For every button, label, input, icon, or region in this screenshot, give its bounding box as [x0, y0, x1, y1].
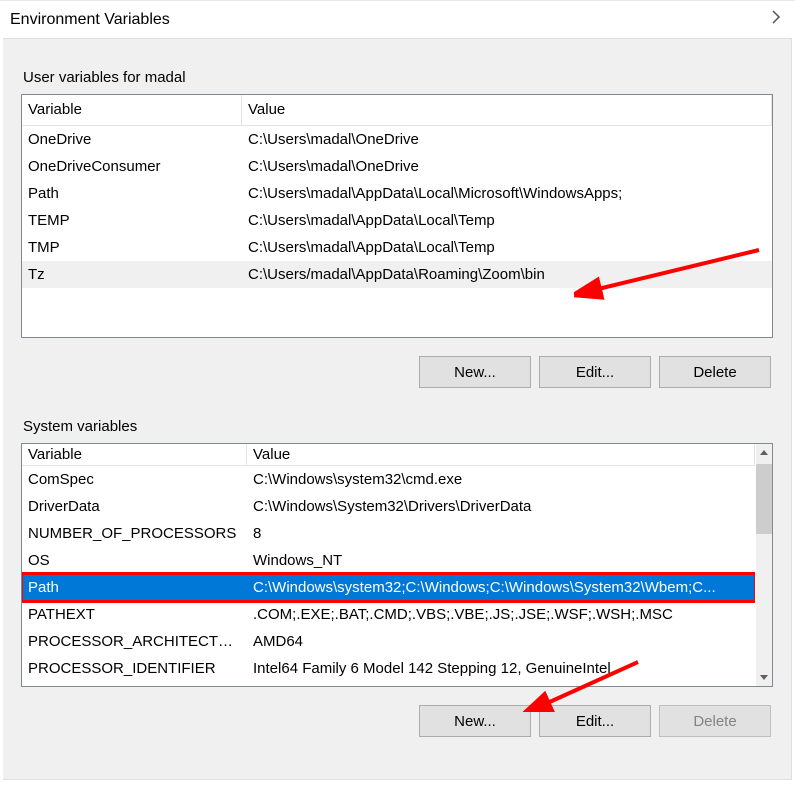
cell-value: C:\Windows\system32;C:\Windows;C:\Window… [247, 574, 755, 601]
system-variables-label: System variables [21, 418, 773, 435]
cell-variable: OneDriveConsumer [22, 153, 242, 180]
system-new-button[interactable]: New... [419, 705, 531, 737]
cell-value: C:\Users\madal\AppData\Local\Temp [242, 207, 772, 234]
user-delete-button[interactable]: Delete [659, 356, 771, 388]
cell-variable: PATHEXT [22, 601, 247, 628]
cell-variable: OS [22, 547, 247, 574]
table-row[interactable]: NUMBER_OF_PROCESSORS8 [22, 520, 755, 547]
cell-value: .COM;.EXE;.BAT;.CMD;.VBS;.VBE;.JS;.JSE;.… [247, 601, 755, 628]
system-variables-list[interactable]: Variable Value ComSpecC:\Windows\system3… [21, 443, 773, 687]
cell-variable: NUMBER_OF_PROCESSORS [22, 520, 247, 547]
column-header-value[interactable]: Value [242, 95, 772, 125]
table-row[interactable]: PathC:\Users\madal\AppData\Local\Microso… [22, 180, 772, 207]
cell-value: C:\Windows\System32\Drivers\DriverData [247, 493, 755, 520]
scroll-up-icon[interactable] [756, 444, 772, 461]
cell-variable: DriverData [22, 493, 247, 520]
system-variables-group: System variables Variable Value ComSpecC… [21, 388, 773, 737]
cell-variable: Tz [22, 261, 242, 288]
cell-variable: Path [22, 574, 247, 601]
table-row[interactable]: OneDriveC:\Users\madal\OneDrive [22, 126, 772, 153]
cell-variable: OneDrive [22, 126, 242, 153]
cell-variable: PROCESSOR_IDENTIFIER [22, 655, 247, 682]
table-row[interactable]: PathC:\Windows\system32;C:\Windows;C:\Wi… [22, 574, 755, 601]
chevron-right-icon[interactable] [771, 9, 781, 30]
cell-variable: Path [22, 180, 242, 207]
user-new-button[interactable]: New... [419, 356, 531, 388]
dialog-body: User variables for madal Variable Value … [3, 38, 792, 780]
system-delete-button[interactable]: Delete [659, 705, 771, 737]
table-row[interactable]: TEMPC:\Users\madal\AppData\Local\Temp [22, 207, 772, 234]
column-header-variable[interactable]: Variable [22, 95, 242, 125]
cell-value: C:\Users/madal\AppData\Roaming\Zoom\bin [242, 261, 772, 288]
cell-variable: ComSpec [22, 466, 247, 493]
cell-value: AMD64 [247, 628, 755, 655]
column-header-variable[interactable]: Variable [22, 444, 247, 465]
user-buttons: New... Edit... Delete [21, 338, 773, 388]
dialog-title: Environment Variables [10, 11, 170, 29]
cell-variable: TMP [22, 234, 242, 261]
table-row[interactable]: PROCESSOR_IDENTIFIERIntel64 Family 6 Mod… [22, 655, 755, 682]
cell-variable: TEMP [22, 207, 242, 234]
cell-variable: PROCESSOR_ARCHITECTURE [22, 628, 247, 655]
table-row[interactable]: PATHEXT.COM;.EXE;.BAT;.CMD;.VBS;.VBE;.JS… [22, 601, 755, 628]
table-row[interactable]: ComSpecC:\Windows\system32\cmd.exe [22, 466, 755, 493]
cell-value: Windows_NT [247, 547, 755, 574]
table-row[interactable]: TMPC:\Users\madal\AppData\Local\Temp [22, 234, 772, 261]
cell-value: Intel64 Family 6 Model 142 Stepping 12, … [247, 655, 755, 682]
cell-value: C:\Users\madal\OneDrive [242, 126, 772, 153]
scrollbar-thumb[interactable] [756, 464, 772, 534]
user-variables-list[interactable]: Variable Value OneDriveC:\Users\madal\On… [21, 94, 773, 338]
user-edit-button[interactable]: Edit... [539, 356, 651, 388]
user-variables-group: User variables for madal Variable Value … [21, 39, 773, 388]
cell-value: 8 [247, 520, 755, 547]
table-row[interactable]: PROCESSOR_ARCHITECTUREAMD64 [22, 628, 755, 655]
cell-value: C:\Users\madal\OneDrive [242, 153, 772, 180]
user-variables-label: User variables for madal [21, 69, 773, 86]
dialog-header: Environment Variables [0, 0, 795, 38]
cell-value: C:\Windows\system32\cmd.exe [247, 466, 755, 493]
table-row[interactable]: DriverDataC:\Windows\System32\Drivers\Dr… [22, 493, 755, 520]
column-header-value[interactable]: Value [247, 444, 755, 465]
system-buttons: New... Edit... Delete [21, 687, 773, 737]
table-row[interactable]: OSWindows_NT [22, 547, 755, 574]
table-row[interactable]: TzC:\Users/madal\AppData\Roaming\Zoom\bi… [22, 261, 772, 288]
table-row[interactable]: OneDriveConsumerC:\Users\madal\OneDrive [22, 153, 772, 180]
scroll-down-icon[interactable] [756, 669, 772, 686]
cell-value: C:\Users\madal\AppData\Local\Microsoft\W… [242, 180, 772, 207]
scrollbar[interactable] [755, 444, 772, 686]
system-edit-button[interactable]: Edit... [539, 705, 651, 737]
cell-value: C:\Users\madal\AppData\Local\Temp [242, 234, 772, 261]
